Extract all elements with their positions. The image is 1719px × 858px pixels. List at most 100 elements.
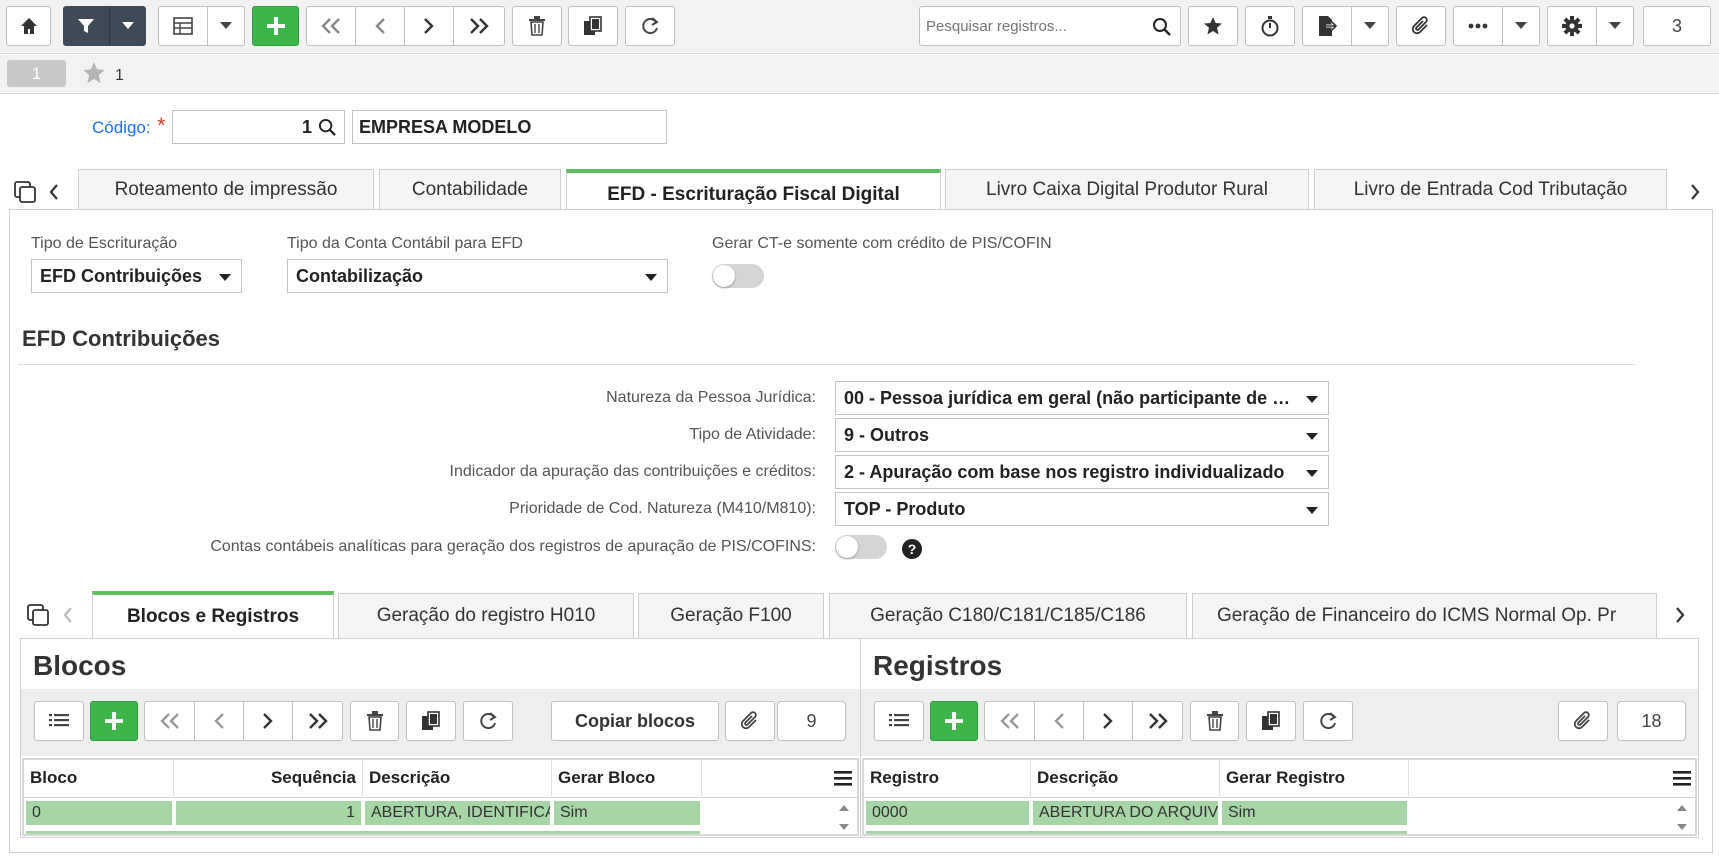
tabs-window-icon[interactable] [13, 180, 37, 204]
copiar-blocos-button[interactable]: Copiar blocos [551, 701, 719, 741]
favorite-button[interactable] [1188, 6, 1238, 46]
help-icon[interactable]: ? [902, 539, 922, 559]
search-icon[interactable] [318, 118, 337, 137]
registros-next-button[interactable] [1083, 701, 1133, 741]
registros-refresh-button[interactable] [1303, 701, 1353, 741]
registros-first-button[interactable] [984, 701, 1035, 741]
more-dropdown-button[interactable] [1502, 6, 1540, 46]
atividade-select[interactable]: 9 - Outros [835, 418, 1329, 452]
search-icon[interactable] [1152, 17, 1172, 37]
timer-button[interactable] [1245, 6, 1295, 46]
filter-dropdown-button[interactable] [109, 6, 146, 46]
section-divider [18, 364, 1635, 365]
tipo-escrituracao-select[interactable]: EFD Contribuições [31, 259, 242, 293]
registros-attachment-button[interactable] [1558, 701, 1608, 741]
duplicate-button[interactable] [568, 6, 618, 46]
table-cell[interactable]: Sim [1222, 801, 1407, 825]
tab-livro-entrada[interactable]: Livro de Entrada Cod Tributação [1314, 169, 1667, 209]
star-icon[interactable] [82, 61, 106, 85]
codigo-field[interactable]: 1 [172, 110, 345, 144]
delete-button[interactable] [512, 6, 562, 46]
blocos-first-button[interactable] [144, 701, 195, 741]
registros-prev-button[interactable] [1034, 701, 1084, 741]
home-button[interactable] [6, 6, 51, 46]
settings-dropdown-button[interactable] [1596, 6, 1634, 46]
registros-col-descricao[interactable]: Descrição [1031, 760, 1220, 796]
blocos-add-button[interactable] [90, 701, 138, 741]
scroll-down-icon[interactable] [1676, 822, 1688, 832]
export-dropdown-button[interactable] [1351, 6, 1389, 46]
scroll-up-icon[interactable] [1676, 803, 1688, 813]
blocos-col-sequencia[interactable]: Sequência [174, 760, 363, 796]
registros-list-button[interactable] [874, 701, 924, 741]
filter-button[interactable] [63, 6, 109, 46]
attachment-button[interactable] [1396, 6, 1446, 46]
table-cell[interactable]: 1 [176, 801, 361, 825]
blocos-delete-button[interactable] [350, 701, 399, 741]
blocos-prev-button[interactable] [194, 701, 244, 741]
last-record-button[interactable] [453, 6, 505, 46]
tipo-conta-select[interactable]: Contabilização [287, 259, 668, 293]
subtab-h010[interactable]: Geração do registro H010 [338, 593, 634, 638]
scroll-down-icon[interactable] [838, 822, 850, 832]
first-record-button[interactable] [306, 6, 356, 46]
registros-col-gerar[interactable]: Gerar Registro [1220, 760, 1409, 796]
blocos-col-bloco[interactable]: Bloco [24, 760, 174, 796]
natureza-select[interactable]: 00 - Pessoa jurídica em geral (não parti… [835, 381, 1329, 415]
column-menu-icon[interactable] [1672, 769, 1692, 787]
registros-last-button[interactable] [1132, 701, 1183, 741]
gerar-cte-toggle[interactable] [712, 264, 764, 288]
table-cell[interactable]: 0 [26, 801, 172, 825]
subtab-f100[interactable]: Geração F100 [638, 593, 824, 638]
table-cell[interactable]: ABERTURA DO ARQUIVO [1033, 801, 1218, 825]
tabs-scroll-right-icon[interactable] [1688, 182, 1702, 202]
search-box[interactable] [919, 6, 1181, 46]
blocos-attachment-button[interactable] [725, 701, 775, 741]
blocos-last-button[interactable] [292, 701, 343, 741]
registros-delete-button[interactable] [1190, 701, 1239, 741]
blocos-next-button[interactable] [243, 701, 293, 741]
double-chevron-left-icon [999, 713, 1019, 729]
search-input[interactable] [926, 17, 1146, 35]
subtabs-window-icon[interactable] [26, 603, 50, 627]
tab-contabilidade[interactable]: Contabilidade [379, 169, 561, 209]
table-cell[interactable]: Sim [554, 801, 700, 825]
scroll-up-icon[interactable] [838, 803, 850, 813]
indicador-select[interactable]: 2 - Apuração com base nos registro indiv… [835, 455, 1329, 489]
settings-button[interactable] [1547, 6, 1597, 46]
double-chevron-left-icon [321, 18, 340, 34]
registros-add-button[interactable] [930, 701, 978, 741]
subtabs-scroll-left-icon[interactable] [61, 605, 75, 625]
refresh-button[interactable] [625, 6, 675, 46]
caret-down-icon [1609, 22, 1621, 29]
prioridade-select[interactable]: TOP - Produto [835, 492, 1329, 526]
more-actions-button[interactable] [1453, 6, 1503, 46]
export-button[interactable] [1302, 6, 1352, 46]
blocos-col-descricao[interactable]: Descrição [363, 760, 552, 796]
add-record-button[interactable] [252, 6, 299, 46]
page-number: 1 [31, 63, 42, 83]
subtab-blocos-registros[interactable]: Blocos e Registros [92, 591, 334, 639]
caret-down-icon [1306, 433, 1318, 440]
view-dropdown-button[interactable] [207, 6, 245, 46]
page-indicator[interactable]: 1 [7, 60, 66, 87]
subtab-c180[interactable]: Geração C180/C181/C185/C186 [829, 593, 1187, 638]
blocos-col-gerar[interactable]: Gerar Bloco [552, 760, 702, 796]
previous-record-button[interactable] [355, 6, 405, 46]
grid-view-button[interactable] [158, 6, 208, 46]
table-cell[interactable]: ABERTURA, IDENTIFICAÇÃO [365, 801, 550, 825]
subtab-financeiro-icms[interactable]: Geração de Financeiro do ICMS Normal Op.… [1192, 593, 1657, 638]
contas-toggle[interactable] [835, 535, 887, 559]
registros-duplicate-button[interactable] [1246, 701, 1296, 741]
tabs-scroll-left-icon[interactable] [47, 182, 61, 202]
blocos-duplicate-button[interactable] [406, 701, 456, 741]
next-record-button[interactable] [404, 6, 454, 46]
registros-col-registro[interactable]: Registro [864, 760, 1031, 796]
blocos-refresh-button[interactable] [463, 701, 513, 741]
column-menu-icon[interactable] [833, 769, 853, 787]
tab-livro-caixa[interactable]: Livro Caixa Digital Produtor Rural [945, 169, 1309, 209]
subtabs-scroll-right-icon[interactable] [1673, 605, 1687, 625]
tab-roteamento[interactable]: Roteamento de impressão [78, 169, 374, 209]
table-cell[interactable]: 0000 [866, 801, 1029, 825]
blocos-list-button[interactable] [34, 701, 84, 741]
